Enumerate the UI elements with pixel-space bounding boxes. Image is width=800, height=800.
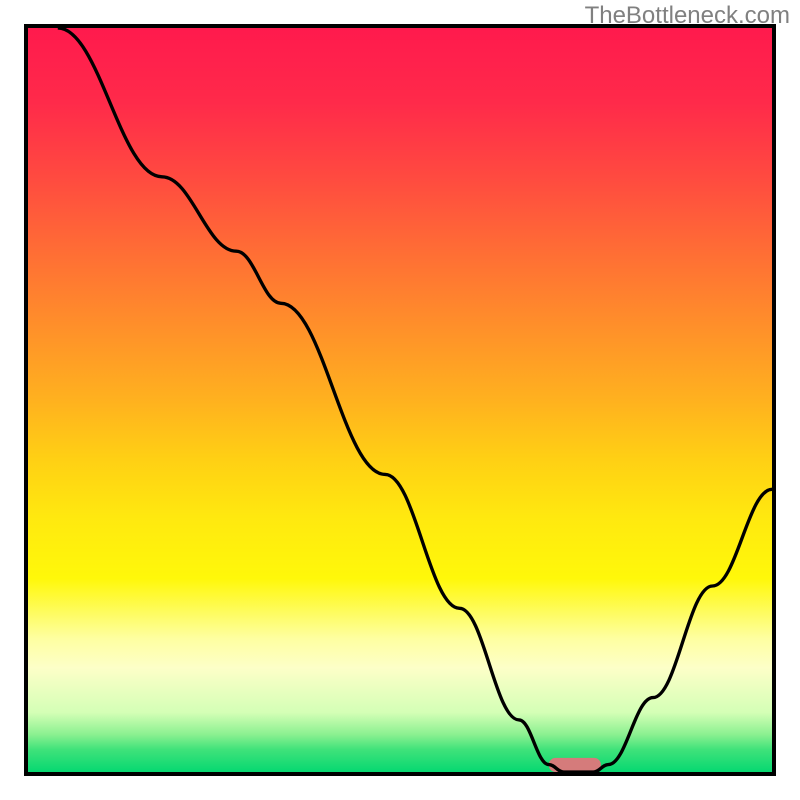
chart-area: [24, 24, 776, 776]
watermark-text: TheBottleneck.com: [585, 2, 790, 30]
background-gradient: [28, 28, 772, 772]
